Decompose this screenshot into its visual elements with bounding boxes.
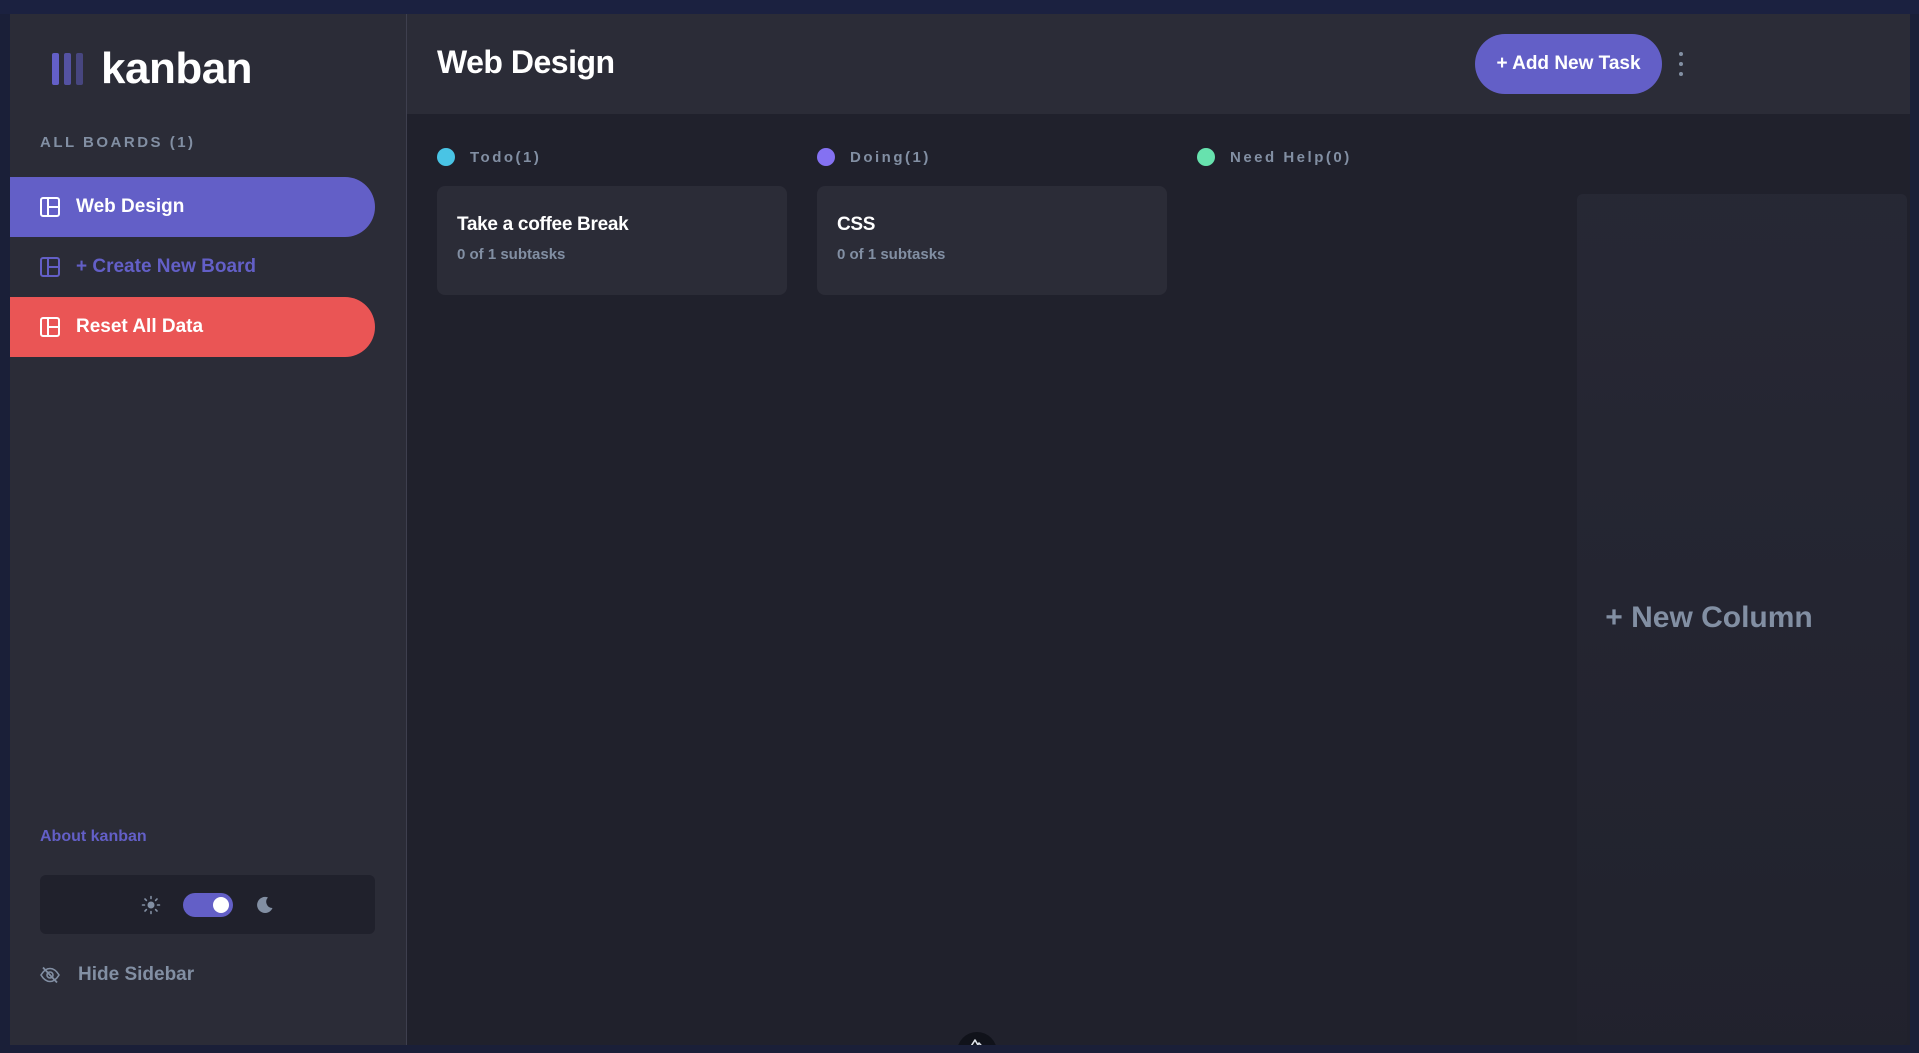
column-need-help: Need Help(0) bbox=[1197, 146, 1547, 168]
moon-icon bbox=[256, 896, 272, 913]
column-title: Doing(1) bbox=[850, 148, 931, 166]
board-icon bbox=[40, 197, 60, 217]
create-new-board-button[interactable]: + Create New Board bbox=[10, 237, 375, 297]
task-title: Take a coffee Break bbox=[457, 214, 629, 235]
column-title: Need Help(0) bbox=[1230, 148, 1352, 166]
column-doing: Doing(1) CSS 0 of 1 subtasks bbox=[817, 146, 1167, 295]
column-color-dot bbox=[817, 148, 835, 166]
column-color-dot bbox=[1197, 148, 1215, 166]
sidebar-item-web-design[interactable]: Web Design bbox=[10, 177, 375, 237]
about-kanban-link[interactable]: About kanban bbox=[40, 828, 147, 846]
task-subtasks: 0 of 1 subtasks bbox=[457, 246, 566, 263]
main-content: Web Design + Add New Task Todo(1) Take a… bbox=[407, 14, 1910, 1045]
sidebar: kanban ALL BOARDS (1) Web Design + Creat… bbox=[10, 14, 407, 1045]
toggle-knob bbox=[212, 896, 229, 913]
sidebar-item-label: + Create New Board bbox=[76, 256, 257, 277]
column-header: Todo(1) bbox=[437, 146, 787, 168]
new-column-button[interactable]: + New Column bbox=[1589, 601, 1829, 635]
nuxt-logo-icon bbox=[970, 1039, 982, 1045]
task-subtasks: 0 of 1 subtasks bbox=[837, 246, 946, 263]
logo: kanban bbox=[52, 44, 253, 94]
eye-slash-icon bbox=[40, 966, 60, 984]
theme-switcher bbox=[40, 875, 375, 934]
logo-text: kanban bbox=[101, 44, 253, 93]
board-header: Web Design + Add New Task bbox=[407, 14, 1910, 114]
kebab-menu-icon[interactable] bbox=[1677, 52, 1685, 76]
theme-toggle[interactable] bbox=[182, 892, 233, 917]
board-icon bbox=[40, 317, 60, 337]
column-title: Todo(1) bbox=[470, 148, 542, 166]
page-title: Web Design bbox=[437, 44, 615, 80]
column-header: Doing(1) bbox=[817, 146, 1167, 168]
sidebar-item-label: Reset All Data bbox=[76, 316, 204, 337]
hide-sidebar-label: Hide Sidebar bbox=[78, 964, 195, 985]
task-card[interactable]: CSS 0 of 1 subtasks bbox=[817, 186, 1167, 295]
sidebar-item-label: Web Design bbox=[76, 196, 185, 217]
column-header: Need Help(0) bbox=[1197, 146, 1547, 168]
board-icon bbox=[40, 257, 60, 277]
sun-icon bbox=[141, 895, 160, 914]
board-columns: Todo(1) Take a coffee Break 0 of 1 subta… bbox=[407, 114, 1910, 1045]
devtools-badge[interactable] bbox=[957, 1032, 997, 1045]
task-card[interactable]: Take a coffee Break 0 of 1 subtasks bbox=[437, 186, 787, 295]
reset-all-data-button[interactable]: Reset All Data bbox=[10, 297, 375, 357]
logo-icon bbox=[52, 53, 83, 85]
task-title: CSS bbox=[837, 214, 876, 235]
column-color-dot bbox=[437, 148, 455, 166]
browser-toolbar-strip bbox=[0, 0, 1919, 14]
column-todo: Todo(1) Take a coffee Break 0 of 1 subta… bbox=[437, 146, 787, 295]
hide-sidebar-button[interactable]: Hide Sidebar bbox=[40, 964, 194, 986]
kanban-app: kanban ALL BOARDS (1) Web Design + Creat… bbox=[10, 14, 1910, 1045]
add-new-task-button[interactable]: + Add New Task bbox=[1475, 34, 1662, 94]
all-boards-heading: ALL BOARDS (1) bbox=[40, 134, 196, 151]
